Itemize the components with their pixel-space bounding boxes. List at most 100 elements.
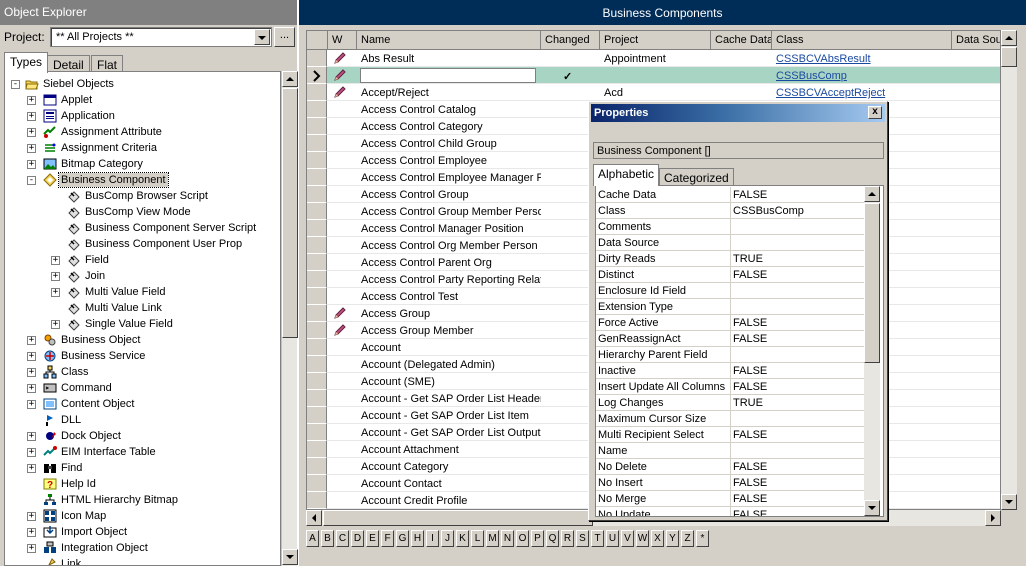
row-selector[interactable] (307, 101, 327, 118)
property-row[interactable]: No Insert FALSE (596, 475, 864, 491)
alphabet-filter-button[interactable]: S (576, 530, 589, 547)
alphabet-filter-button[interactable]: B (321, 530, 334, 547)
expand-icon[interactable]: + (51, 272, 60, 281)
cell-name[interactable]: Account - Get SAP Order List Item (357, 407, 541, 424)
alphabet-filter-button[interactable]: A (306, 530, 319, 547)
cell-name[interactable]: Access Control Catalog (357, 101, 541, 118)
expand-icon[interactable]: + (27, 144, 36, 153)
project-browse-button[interactable]: ... (274, 27, 295, 47)
alphabet-filter-button[interactable]: C (336, 530, 349, 547)
cell-project[interactable] (600, 67, 711, 84)
row-selector[interactable] (307, 169, 327, 186)
cell-class-link[interactable]: CSSBCVAcceptReject (772, 84, 952, 101)
cell-changed[interactable] (559, 50, 589, 67)
property-row[interactable]: Comments (596, 219, 864, 235)
row-selector[interactable] (307, 390, 327, 407)
row-selector[interactable] (307, 186, 327, 203)
tree-item[interactable]: + Integration Object (5, 540, 280, 556)
cell-name[interactable]: Account Category (357, 458, 541, 475)
cell-name[interactable]: Account Credit Profile (357, 492, 541, 509)
cell-changed[interactable] (559, 135, 589, 152)
cell-name[interactable]: Access Control Org Member Person (357, 237, 541, 254)
property-value[interactable]: FALSE (733, 459, 864, 475)
property-value[interactable]: FALSE (733, 475, 864, 491)
property-value[interactable]: FALSE (733, 363, 864, 379)
column-header-name[interactable]: Name (357, 31, 541, 50)
column-header-datasource[interactable]: Data Sourc (952, 31, 1000, 50)
alphabet-filter-button[interactable]: Y (666, 530, 679, 547)
object-tree[interactable]: - Siebel Objects + Applet + Application + Assig… (4, 71, 281, 566)
tree-item[interactable]: + Single Value Field (5, 316, 280, 332)
cell-changed[interactable] (559, 441, 589, 458)
tree-item[interactable]: - Business Component (5, 172, 280, 188)
column-header-sel[interactable] (307, 31, 328, 50)
alphabet-filter-button[interactable]: E (366, 530, 379, 547)
tree-item[interactable]: + Content Object (5, 396, 280, 412)
row-selector[interactable] (307, 237, 327, 254)
alphabet-filter-button[interactable]: N (501, 530, 514, 547)
column-header-w[interactable]: W (328, 31, 357, 50)
row-selector[interactable] (307, 339, 327, 356)
project-select[interactable]: ** All Projects ** (50, 27, 272, 47)
grid-vertical-scrollbar[interactable] (1001, 30, 1017, 510)
properties-title-bar[interactable]: Properties x (591, 104, 885, 122)
property-value[interactable]: FALSE (733, 427, 864, 443)
property-row[interactable]: Inactive FALSE (596, 363, 864, 379)
tree-item[interactable]: BusComp Browser Script (5, 188, 280, 204)
cell-changed[interactable] (559, 237, 589, 254)
tree-item[interactable]: + Business Service (5, 348, 280, 364)
grid-scroll-thumb[interactable] (1001, 47, 1017, 67)
expand-icon[interactable]: + (27, 112, 36, 121)
expand-icon[interactable]: + (27, 160, 36, 169)
row-selector[interactable] (307, 203, 327, 220)
property-row[interactable]: No Delete FALSE (596, 459, 864, 475)
property-row[interactable]: Maximum Cursor Size (596, 411, 864, 427)
property-value[interactable]: TRUE (733, 251, 864, 267)
expand-icon[interactable]: + (27, 544, 36, 553)
scroll-left-arrow-icon[interactable] (306, 510, 322, 526)
alphabet-filter-button[interactable]: K (456, 530, 469, 547)
tree-item[interactable]: + Join (5, 268, 280, 284)
cell-changed[interactable] (559, 186, 589, 203)
tree-item[interactable]: + Field (5, 252, 280, 268)
alphabet-filter-button[interactable]: X (651, 530, 664, 547)
table-row[interactable]: Accept/Reject Acd CSSBCVAcceptReject (307, 84, 1000, 101)
alphabet-filter-button[interactable]: R (561, 530, 574, 547)
property-value[interactable] (733, 235, 864, 251)
property-row[interactable]: Multi Recipient Select FALSE (596, 427, 864, 443)
column-header-class[interactable]: Class (772, 31, 952, 50)
cell-project[interactable]: Acd (600, 84, 711, 101)
tab-categorized[interactable]: Categorized (659, 168, 734, 186)
cell-class-link[interactable]: CSSBCVAbsResult (772, 50, 952, 67)
cell-changed[interactable] (559, 220, 589, 237)
row-selector[interactable] (307, 322, 327, 339)
tree-item[interactable]: BusComp View Mode (5, 204, 280, 220)
cell-name[interactable]: Access Group Member (357, 322, 541, 339)
tree-item[interactable]: Business Component Server Script (5, 220, 280, 236)
property-row[interactable]: Dirty Reads TRUE (596, 251, 864, 267)
tree-item[interactable]: + Business Object (5, 332, 280, 348)
expand-icon[interactable]: + (27, 128, 36, 137)
cell-name[interactable]: Account - Get SAP Order List Header (357, 390, 541, 407)
property-row[interactable]: Insert Update All Columns FALSE (596, 379, 864, 395)
column-header-project[interactable]: Project (600, 31, 711, 50)
tree-scroll-thumb[interactable] (282, 88, 298, 338)
tree-item[interactable]: + Command (5, 380, 280, 396)
scroll-up-arrow-icon[interactable] (1001, 30, 1017, 46)
property-row[interactable]: Name (596, 443, 864, 459)
column-header-changed[interactable]: Changed (541, 31, 600, 50)
scroll-right-arrow-icon[interactable] (985, 510, 1001, 526)
tree-item[interactable]: + Multi Value Field (5, 284, 280, 300)
cell-project[interactable]: Appointment (600, 50, 711, 67)
row-selector[interactable] (307, 254, 327, 271)
row-selector[interactable] (307, 458, 327, 475)
cell-changed[interactable] (559, 322, 589, 339)
scroll-down-arrow-icon[interactable] (864, 500, 880, 516)
property-value[interactable]: FALSE (733, 315, 864, 331)
row-selector[interactable] (307, 424, 327, 441)
property-row[interactable]: GenReassignAct FALSE (596, 331, 864, 347)
alphabet-filter-button[interactable]: H (411, 530, 424, 547)
cell-name[interactable]: Account Attachment (357, 441, 541, 458)
tree-item[interactable]: + Class (5, 364, 280, 380)
scroll-down-arrow-icon[interactable] (282, 549, 298, 565)
